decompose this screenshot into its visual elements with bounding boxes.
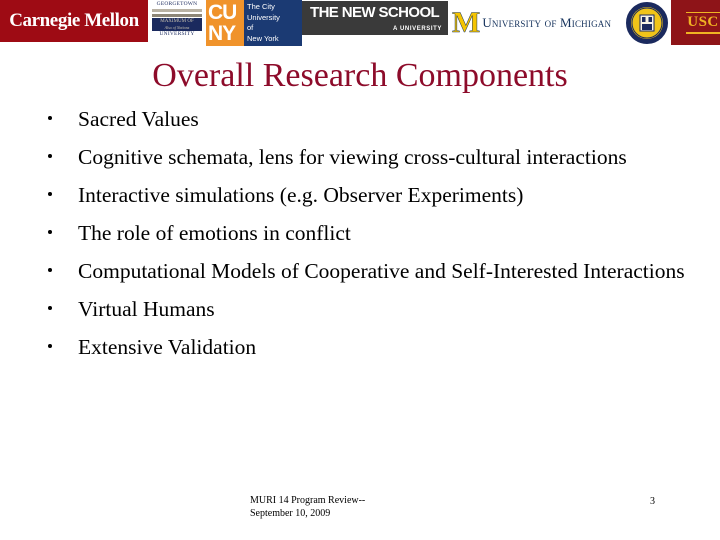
slide-page-number: 3 xyxy=(650,496,655,507)
slide-title: Overall Research Components xyxy=(152,57,568,94)
georgetown-logo-rule-1 xyxy=(152,9,202,12)
georgetown-logo: GEORGETOWN MAXIMUM OF Also of Nations UN… xyxy=(148,0,206,46)
new-school-logo-main-text: THE NEW SCHOOL xyxy=(310,4,440,21)
georgetown-logo-bottom-word: UNIVERSITY xyxy=(159,31,195,37)
bullet-text: Virtual Humans xyxy=(78,297,215,321)
carnegie-mellon-logo: Carnegie Mellon xyxy=(0,0,148,42)
bullet-text: Cognitive schemata, lens for viewing cro… xyxy=(78,145,627,169)
notre-dame-seal-icon xyxy=(626,2,668,44)
bullet-list: Sacred Values Cognitive schemata, lens f… xyxy=(36,106,686,372)
michigan-block-m-icon: M xyxy=(452,6,481,39)
georgetown-logo-crest-block: MAXIMUM OF Also of Nations xyxy=(152,18,202,31)
bullet-text: Computational Models of Cooperative and … xyxy=(78,259,685,283)
bullet-item: Interactive simulations (e.g. Observer E… xyxy=(36,182,686,209)
georgetown-logo-top-word: GEORGETOWN xyxy=(156,1,198,7)
notre-dame-seal-logo xyxy=(623,0,671,46)
cuny-logo-wordmark: The City University of New York xyxy=(244,0,302,46)
georgetown-logo-rule-2 xyxy=(152,14,202,17)
footer-line-1: MURI 14 Program Review-- xyxy=(250,495,366,506)
bullet-item: The role of emotions in conflict xyxy=(36,220,686,247)
new-school-logo-sub-text: A UNIVERSITY xyxy=(393,26,442,32)
footer-line-2: September 10, 2009 xyxy=(250,508,331,519)
cuny-logo-word-line-2: of xyxy=(247,23,254,32)
usc-logo-rule-bottom xyxy=(686,32,720,34)
bullet-dot-icon xyxy=(48,154,52,158)
usc-logo-inner: USC xyxy=(686,10,720,36)
bullet-item: Virtual Humans xyxy=(36,296,686,323)
bullet-text: Sacred Values xyxy=(78,107,199,131)
cuny-logo-mark-line-2: NY xyxy=(208,22,236,45)
georgetown-logo-block-line-2: Also of Nations xyxy=(164,25,190,30)
bullet-item: Computational Models of Cooperative and … xyxy=(36,258,686,285)
bullet-item: Cognitive schemata, lens for viewing cro… xyxy=(36,144,686,171)
cuny-logo-mark: CU NY xyxy=(206,0,244,46)
bullet-dot-icon xyxy=(48,306,52,310)
usc-logo-rule-top xyxy=(686,11,720,13)
georgetown-logo-block-line-1: MAXIMUM OF xyxy=(160,19,194,24)
usc-logo-text: USC xyxy=(687,14,719,30)
bullet-dot-icon xyxy=(48,230,52,234)
cuny-logo-mark-line-1: CU xyxy=(208,1,237,24)
bullet-text: Interactive simulations (e.g. Observer E… xyxy=(78,183,524,207)
bullet-dot-icon xyxy=(48,192,52,196)
cuny-logo-word-line-0: The City xyxy=(247,2,275,11)
cuny-logo-word-line-1: University xyxy=(247,12,280,22)
bullet-text: The role of emotions in conflict xyxy=(78,221,351,245)
slide-footer: MURI 14 Program Review-- September 10, 2… xyxy=(250,494,365,520)
bullet-item: Sacred Values xyxy=(36,106,686,133)
new-school-logo: THE NEW SCHOOL A UNIVERSITY xyxy=(302,1,448,35)
bullet-dot-icon xyxy=(48,268,52,272)
university-of-michigan-logo-text: University of Michigan xyxy=(482,15,612,30)
partner-logo-band: Carnegie Mellon GEORGETOWN MAXIMUM OF Al… xyxy=(0,0,720,46)
university-of-michigan-logo: M University of Michigan xyxy=(448,0,623,46)
bullet-dot-icon xyxy=(48,116,52,120)
bullet-item: Extensive Validation xyxy=(36,334,686,361)
bullet-dot-icon xyxy=(48,344,52,348)
bullet-text: Extensive Validation xyxy=(78,335,257,359)
cuny-logo-word-line-3: New York xyxy=(247,33,279,43)
usc-logo: USC xyxy=(671,0,720,45)
carnegie-mellon-logo-text: Carnegie Mellon xyxy=(9,10,139,31)
